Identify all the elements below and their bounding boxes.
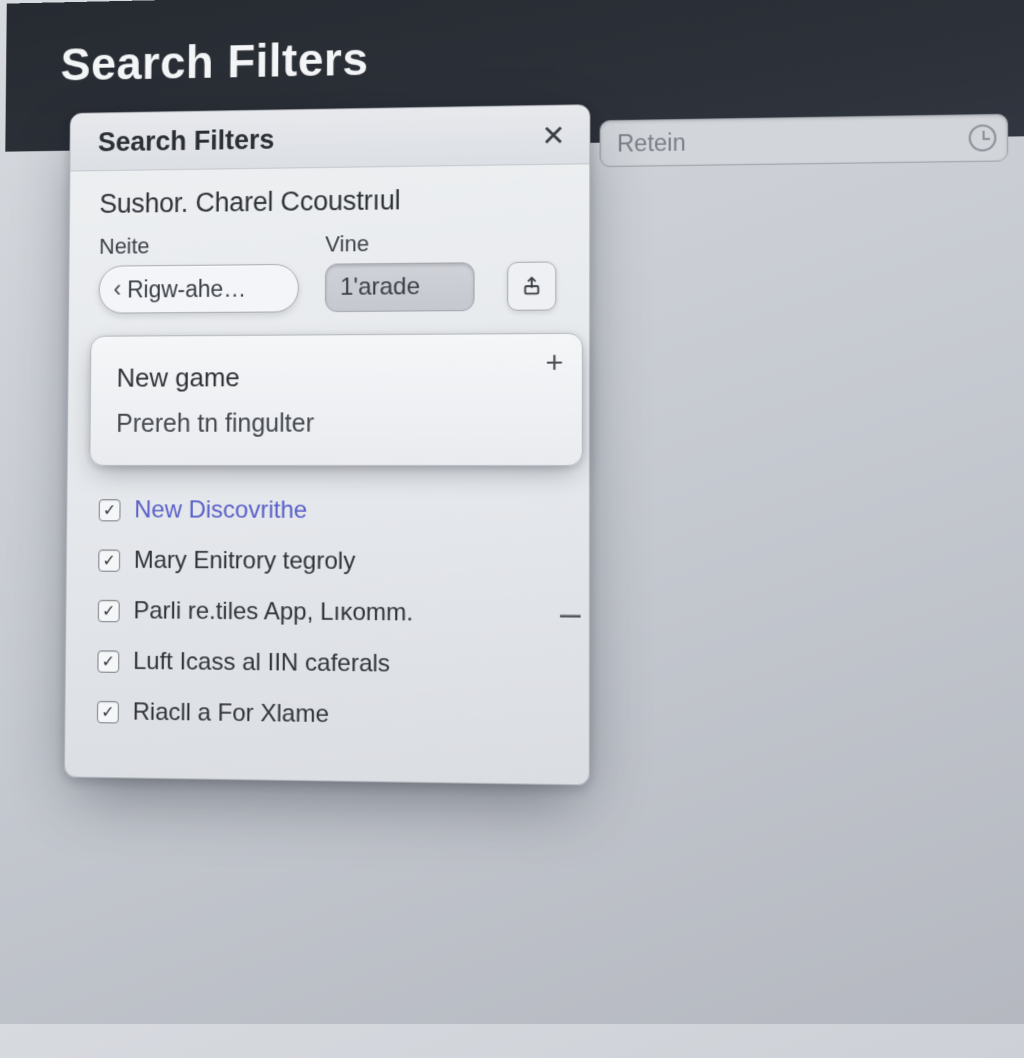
panel-header: Search Filters ✕ [70, 105, 589, 171]
list-item-label: Parli re.tiles App, Lıĸomm. [133, 597, 413, 628]
panel-title: Search Filters [98, 125, 275, 159]
list-item[interactable]: ✓ New Discovrithe [99, 496, 565, 526]
list-item[interactable]: ✓ Mary Enitrory tegroly [98, 546, 564, 577]
neite-label: Neite [99, 232, 299, 260]
list-item[interactable]: ✓ Parli re.tiles App, Lıĸomm. [98, 597, 564, 629]
suggestion-card: + New game Prereh tn fingulter [89, 333, 583, 466]
checkbox[interactable]: ✓ [97, 650, 119, 672]
card-line-1[interactable]: New game [117, 361, 562, 394]
chevron-left-icon: ‹ [113, 276, 121, 304]
neite-value: Rigw-ahe… [127, 275, 246, 303]
vine-label: Vine [325, 230, 475, 258]
retain-input[interactable]: Retein [600, 114, 1009, 167]
vine-value: 1'arade [340, 273, 420, 302]
filters-panel: Search Filters ✕ Sushor. Charel Ccoustrı… [64, 104, 590, 785]
panel-subtitle: Sushor. Charel Ccoustrıul [99, 183, 564, 220]
collapse-icon[interactable]: – [560, 592, 581, 636]
close-icon[interactable]: ✕ [538, 121, 569, 150]
share-icon [520, 275, 543, 298]
checkbox[interactable]: ✓ [97, 701, 119, 724]
page-title: Search Filters [60, 19, 989, 92]
list-item-label: Mary Enitrory tegroly [134, 547, 356, 576]
checkbox[interactable]: ✓ [99, 499, 121, 521]
add-icon[interactable]: + [545, 348, 563, 379]
vine-input[interactable]: 1'arade [325, 262, 475, 312]
neite-field: Neite ‹ Rigw-ahe… [98, 232, 299, 314]
share-button[interactable] [507, 261, 556, 310]
list-item[interactable]: ✓ Luft Icass al IIN caferals [97, 647, 564, 680]
card-line-2[interactable]: Prereh tn fingulter [116, 409, 561, 439]
vine-field: Vine 1'arade [325, 230, 475, 312]
list-item[interactable]: ✓ Riacll a For Xlame [97, 698, 564, 732]
list-item-label: New Discovrithe [134, 496, 307, 525]
checkbox[interactable]: ✓ [98, 600, 120, 622]
checklist: – ✓ New Discovrithe ✓ Mary Enitrory tegr… [97, 496, 564, 732]
panel-body: Sushor. Charel Ccoustrıul Neite ‹ Rigw-a… [65, 164, 589, 784]
checkbox[interactable]: ✓ [98, 549, 120, 571]
field-row: Neite ‹ Rigw-ahe… Vine 1'arade [98, 229, 564, 314]
neite-select[interactable]: ‹ Rigw-ahe… [98, 264, 299, 314]
list-item-label: Riacll a For Xlame [133, 698, 329, 729]
list-item-label: Luft Icass al IIN caferals [133, 648, 390, 679]
